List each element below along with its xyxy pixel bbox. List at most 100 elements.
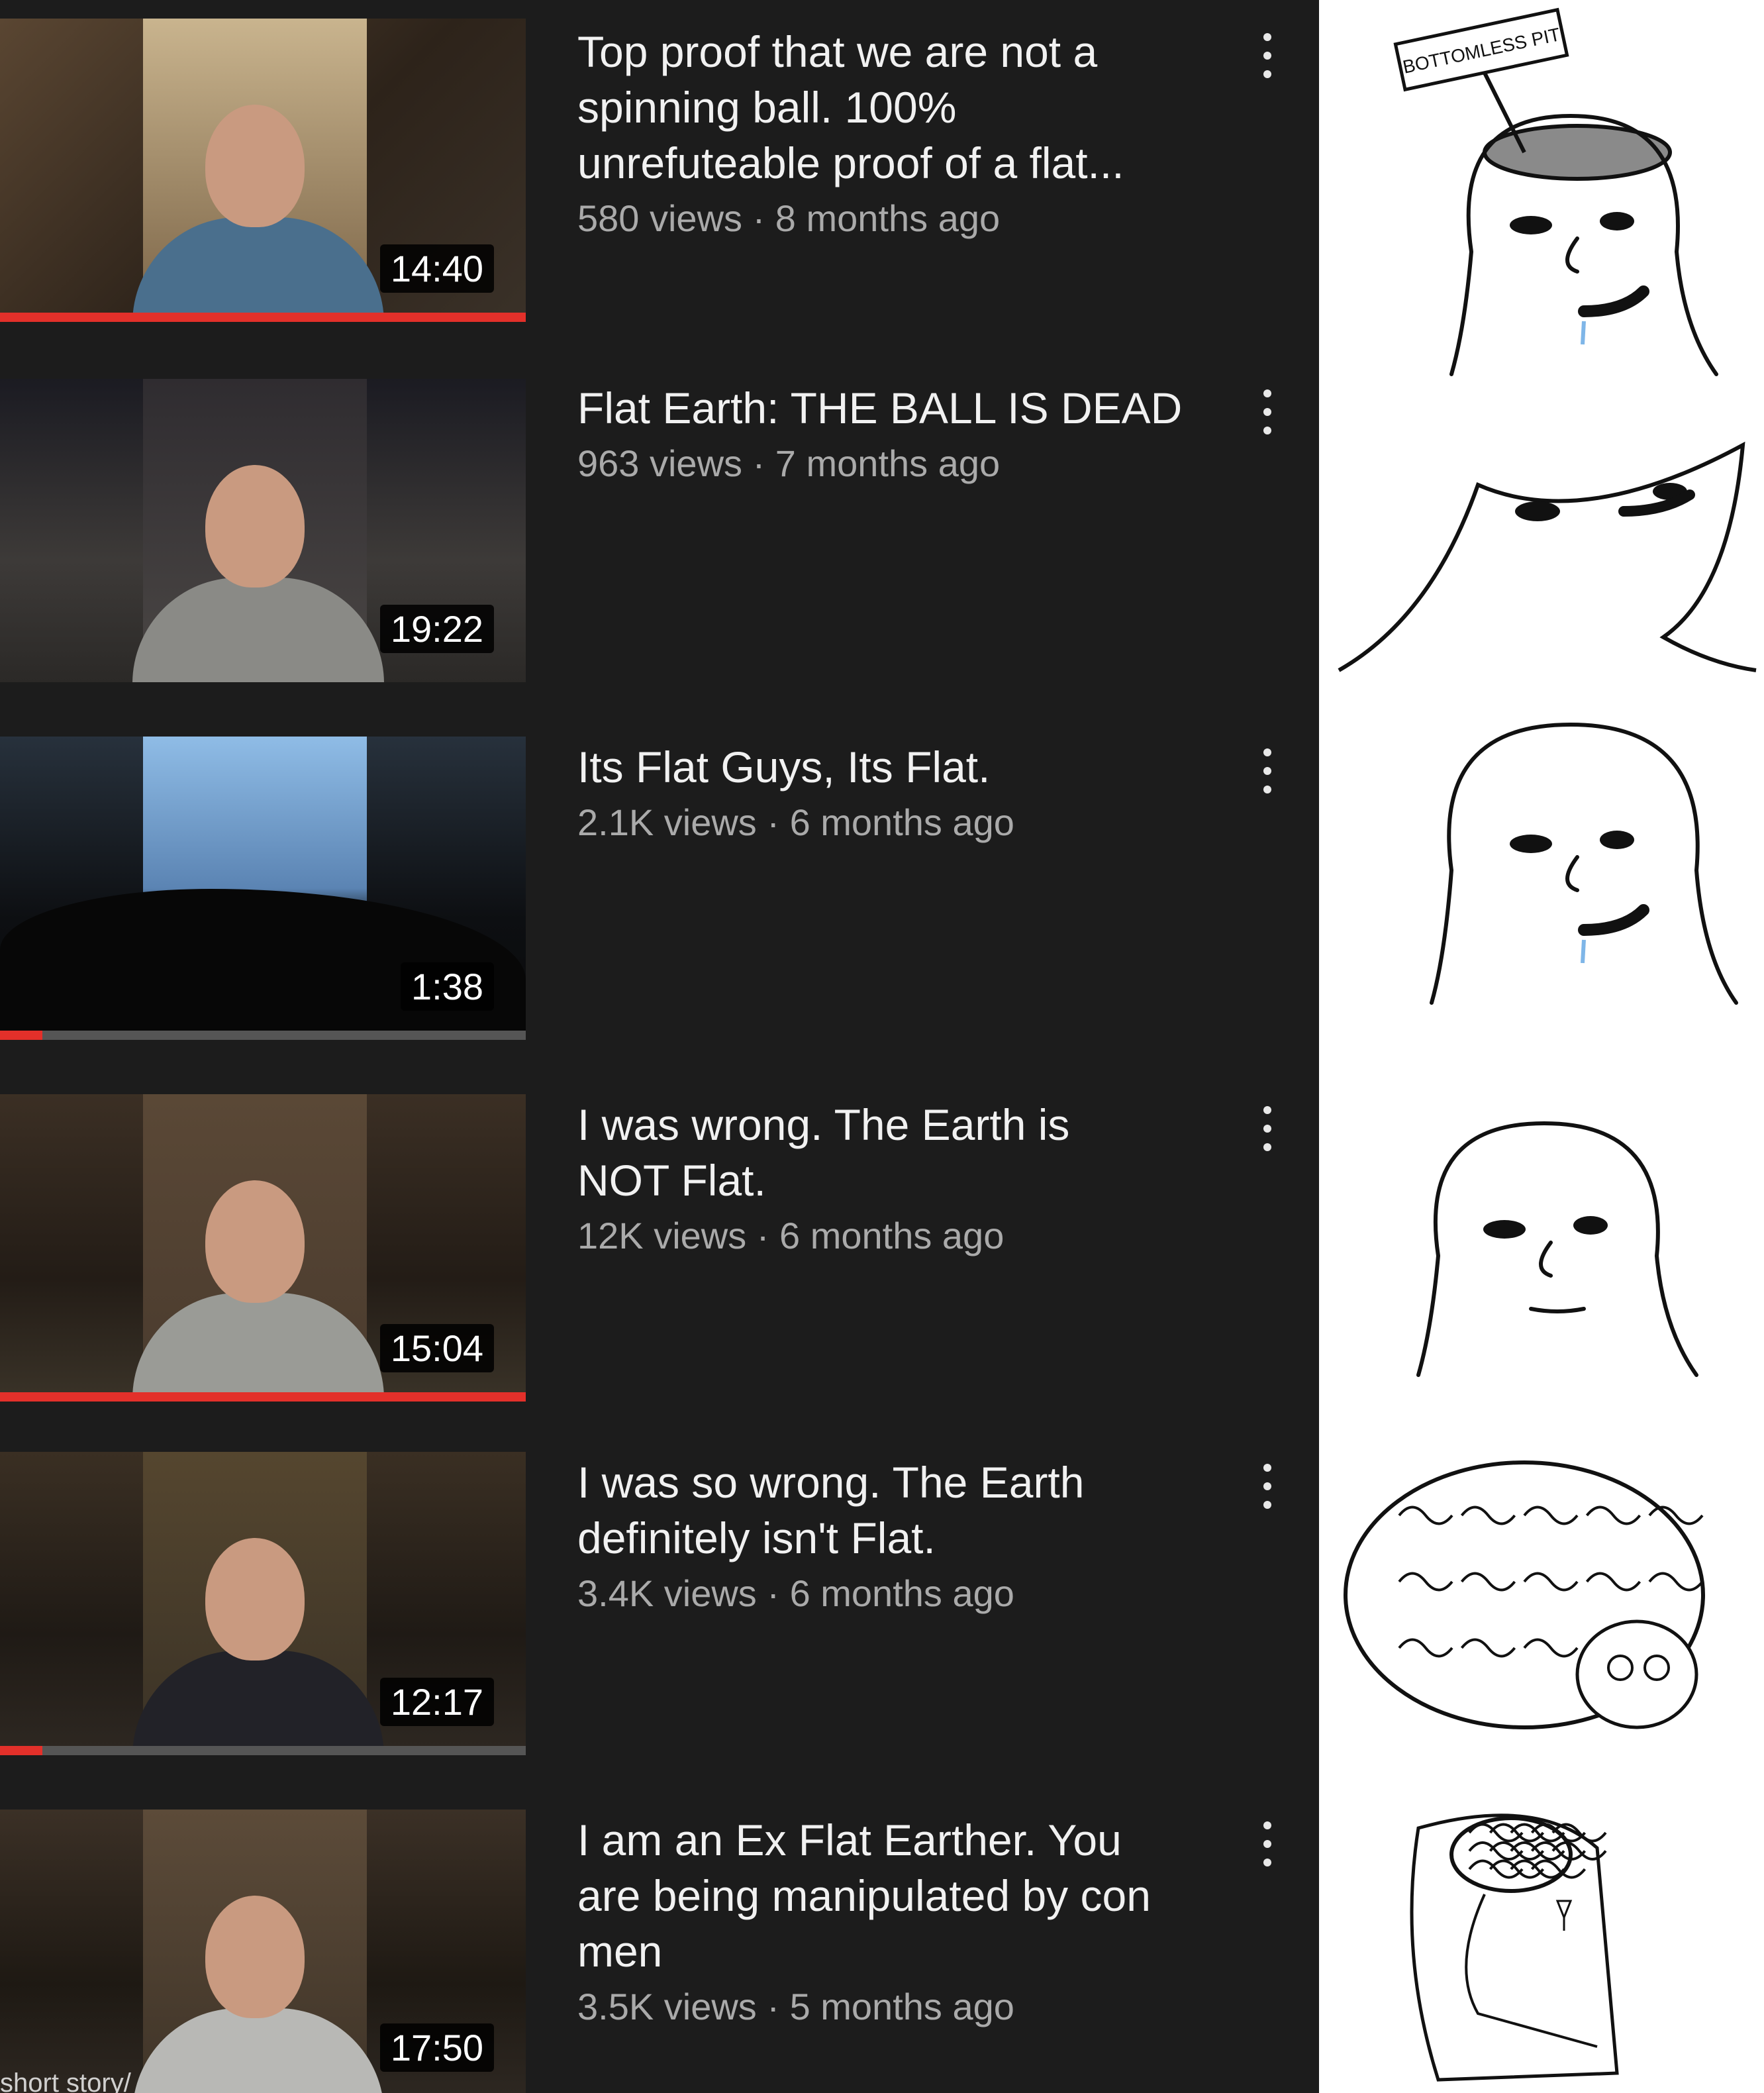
video-duration: 17:50 xyxy=(379,2023,494,2072)
view-count: 3.4K views xyxy=(577,1572,757,1614)
bottomless-pit-wojak: BOTTOMLESS PIT xyxy=(1319,0,1764,417)
video-title[interactable]: I was wrong. The Earth is NOT Flat. xyxy=(577,1097,1213,1208)
video-stats: 963 views · 7 months ago xyxy=(577,438,1213,489)
video-title[interactable]: I was so wrong. The Earth definitely isn… xyxy=(577,1455,1213,1566)
video-duration: 1:38 xyxy=(401,962,494,1011)
video-meta: I was wrong. The Earth is NOT Flat. 12K v… xyxy=(577,1097,1213,1261)
more-options-icon[interactable] xyxy=(1261,1106,1274,1154)
nose xyxy=(1565,236,1579,274)
video-row[interactable]: short story/17:50 I am an Ex Flat Earther… xyxy=(0,1810,1319,2093)
regular-wojak-drawing xyxy=(1416,1121,1698,1377)
video-feed: 14:40 Top proof that we are not a spinnin… xyxy=(0,0,1319,2093)
smirk-mouth xyxy=(1578,904,1649,936)
flat-head-wojak xyxy=(1319,419,1764,710)
right-eye xyxy=(1600,212,1634,230)
watch-progress-bar xyxy=(0,1392,526,1402)
video-thumbnail[interactable]: 14:40 xyxy=(0,19,526,322)
video-title[interactable]: Top proof that we are not a spinning bal… xyxy=(577,24,1213,191)
video-title[interactable]: Flat Earth: THE BALL IS DEAD xyxy=(577,380,1213,436)
video-stats: 2.1K views · 6 months ago xyxy=(577,797,1213,848)
galaxy-brain-throne-wojak xyxy=(1319,1795,1764,2093)
drool xyxy=(1581,939,1586,964)
view-count: 963 views xyxy=(577,442,743,484)
upload-age: 6 months ago xyxy=(789,801,1014,843)
separator-dot: · xyxy=(756,1986,790,2027)
video-duration: 19:22 xyxy=(379,605,494,653)
upload-age: 6 months ago xyxy=(789,1572,1014,1614)
thumbnail-caption: short story/ xyxy=(0,2068,131,2093)
video-duration: 15:04 xyxy=(379,1324,494,1372)
watch-progress-fill xyxy=(0,1746,42,1755)
brain-outline xyxy=(1449,1816,1573,1893)
video-title[interactable]: I am an Ex Flat Earther. You are being m… xyxy=(577,1812,1213,1979)
head-outline xyxy=(1416,1121,1698,1377)
video-row[interactable]: 1:38 Its Flat Guys, Its Flat. 2.1K views ·… xyxy=(0,737,1319,1094)
upload-age: 6 months ago xyxy=(779,1215,1004,1256)
separator-dot: · xyxy=(742,442,775,484)
video-meta: I am an Ex Flat Earther. You are being m… xyxy=(577,1812,1213,2032)
wojak-meme-column: BOTTOMLESS PIT xyxy=(1319,0,1764,2093)
video-row[interactable]: 19:22 Flat Earth: THE BALL IS DEAD 963 vie… xyxy=(0,379,1319,737)
smirk-mouth xyxy=(1618,489,1695,517)
video-row[interactable]: 14:40 Top proof that we are not a spinnin… xyxy=(0,19,1319,376)
left-eye xyxy=(1483,1220,1526,1239)
watch-progress-fill xyxy=(0,1031,42,1040)
person-head xyxy=(205,1180,305,1303)
view-count: 3.5K views xyxy=(577,1986,757,2027)
watch-progress-fill xyxy=(0,313,526,322)
regular-wojak xyxy=(1319,1110,1764,1441)
video-duration: 12:17 xyxy=(379,1678,494,1726)
more-options-icon[interactable] xyxy=(1261,389,1274,437)
watch-progress-bar xyxy=(0,1031,526,1040)
video-row[interactable]: 12:17 I was so wrong. The Earth definitel… xyxy=(0,1452,1319,1810)
right-eye xyxy=(1573,1216,1608,1235)
video-thumbnail[interactable]: short story/17:50 xyxy=(0,1810,526,2093)
video-meta: I was so wrong. The Earth definitely isn… xyxy=(577,1455,1213,1619)
bottomless-pit-wojak-drawing: BOTTOMLESS PIT xyxy=(1393,7,1718,376)
person-head xyxy=(205,465,305,587)
big-brain-wojak xyxy=(1319,1443,1764,1794)
separator-dot: · xyxy=(756,1572,790,1614)
more-options-icon[interactable] xyxy=(1261,33,1274,81)
drool xyxy=(1581,321,1586,345)
nose xyxy=(1539,1241,1553,1278)
video-duration: 14:40 xyxy=(379,244,494,293)
smooth-brain-wojak-drawing xyxy=(1430,722,1738,1005)
video-thumbnail[interactable]: 1:38 xyxy=(0,737,526,1040)
video-stats: 3.5K views · 5 months ago xyxy=(577,1982,1213,2032)
video-meta: Flat Earth: THE BALL IS DEAD 963 views · … xyxy=(577,380,1213,489)
left-eye xyxy=(1510,835,1552,853)
nose xyxy=(1565,855,1579,892)
more-options-icon[interactable] xyxy=(1261,1464,1274,1511)
upload-age: 5 months ago xyxy=(789,1986,1014,2027)
left-eye xyxy=(1510,216,1552,234)
video-thumbnail[interactable]: 19:22 xyxy=(0,379,526,682)
right-eye xyxy=(1600,831,1634,849)
upload-age: 7 months ago xyxy=(775,442,1001,484)
person-head xyxy=(205,1538,305,1660)
person-head xyxy=(205,105,305,227)
more-options-icon[interactable] xyxy=(1261,748,1274,796)
video-thumbnail[interactable]: 12:17 xyxy=(0,1452,526,1755)
video-title[interactable]: Its Flat Guys, Its Flat. xyxy=(577,739,1213,795)
left-eye xyxy=(1515,501,1560,521)
view-count: 12K views xyxy=(577,1215,747,1256)
galaxy-brain-throne-wojak-drawing xyxy=(1410,1813,1619,2082)
smirk-mouth xyxy=(1578,285,1649,317)
separator-dot: · xyxy=(746,1215,779,1256)
mouth xyxy=(1529,1307,1586,1313)
video-stats: 3.4K views · 6 months ago xyxy=(577,1568,1213,1619)
more-options-icon[interactable] xyxy=(1261,1821,1274,1869)
video-row[interactable]: 15:04 I was wrong. The Earth is NOT Flat.… xyxy=(0,1094,1319,1452)
smooth-brain-wojak xyxy=(1319,711,1764,1109)
flat-head-outline xyxy=(1338,441,1757,672)
person-head xyxy=(205,1896,305,2018)
video-thumbnail[interactable]: 15:04 xyxy=(0,1094,526,1402)
video-stats: 580 views · 8 months ago xyxy=(577,193,1213,244)
watch-progress-fill xyxy=(0,1392,526,1402)
big-brain-wojak-drawing xyxy=(1344,1460,1705,1729)
separator-dot: · xyxy=(742,197,775,239)
video-meta: Its Flat Guys, Its Flat. 2.1K views · 6 m… xyxy=(577,739,1213,848)
upload-age: 8 months ago xyxy=(775,197,1001,239)
small-face xyxy=(1575,1619,1698,1729)
